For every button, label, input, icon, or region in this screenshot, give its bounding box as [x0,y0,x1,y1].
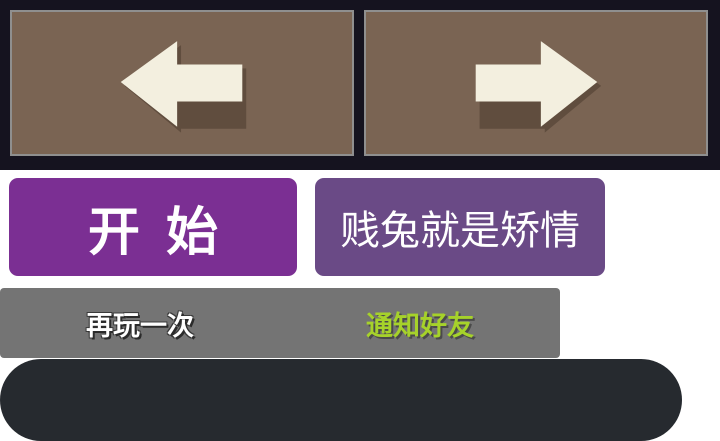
start-button[interactable]: 开始 [2,172,304,284]
notify-friends-button[interactable]: 通知好友 [280,288,560,358]
arrow-right-icon [475,41,602,133]
notify-friends-label: 通知好友 [366,310,474,342]
arrow-panel [0,0,720,170]
slogan-button[interactable]: 贱兔就是矫情 [308,172,612,284]
replay-label: 再玩一次 [86,310,194,342]
next-button[interactable] [364,10,708,156]
replay-button[interactable]: 再玩一次 [0,288,280,358]
arrow-left-icon [120,41,247,133]
game-screen: 开始 贱兔就是矫情 再玩一次 通知好友 [0,0,720,441]
dark-bar [0,359,682,441]
start-label: 开始 [9,178,297,276]
previous-button[interactable] [10,10,354,156]
slogan-label: 贱兔就是矫情 [315,178,605,276]
